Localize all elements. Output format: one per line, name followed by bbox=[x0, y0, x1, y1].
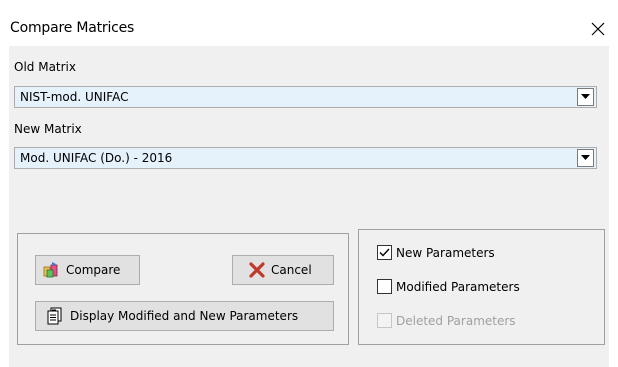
deleted-parameters-checkbox bbox=[377, 313, 392, 328]
modified-parameters-checkbox[interactable] bbox=[377, 279, 392, 294]
new-matrix-label: New Matrix bbox=[14, 122, 82, 136]
modified-parameters-label: Modified Parameters bbox=[396, 279, 520, 294]
compare-button[interactable]: Compare bbox=[35, 255, 140, 285]
old-matrix-value: NIST-mod. UNIFAC bbox=[20, 90, 129, 104]
new-parameters-label: New Parameters bbox=[396, 245, 495, 260]
cancel-button-label: Cancel bbox=[271, 263, 312, 277]
close-button[interactable] bbox=[584, 16, 612, 42]
title-bar: Compare Matrices bbox=[0, 0, 618, 46]
red-x-icon bbox=[249, 262, 265, 278]
new-matrix-dropdown-button[interactable] bbox=[577, 149, 594, 167]
deleted-parameters-label: Deleted Parameters bbox=[396, 313, 516, 328]
new-matrix-select[interactable]: Mod. UNIFAC (Do.) - 2016 bbox=[14, 147, 597, 169]
cancel-button[interactable]: Cancel bbox=[232, 255, 334, 285]
new-parameters-checkbox[interactable] bbox=[377, 245, 392, 260]
display-parameters-button[interactable]: Display Modified and New Parameters bbox=[35, 301, 334, 331]
new-parameters-option[interactable]: New Parameters bbox=[377, 245, 495, 260]
compare-icon bbox=[42, 261, 60, 279]
modified-parameters-option[interactable]: Modified Parameters bbox=[377, 279, 520, 294]
close-icon bbox=[591, 22, 605, 36]
old-matrix-select[interactable]: NIST-mod. UNIFAC bbox=[14, 86, 597, 108]
chevron-down-icon bbox=[581, 94, 590, 99]
window-title: Compare Matrices bbox=[10, 20, 135, 36]
deleted-parameters-option: Deleted Parameters bbox=[377, 313, 516, 328]
chevron-down-icon bbox=[581, 155, 590, 160]
checkmark-icon bbox=[379, 248, 390, 257]
new-matrix-value: Mod. UNIFAC (Do.) - 2016 bbox=[20, 151, 173, 165]
old-matrix-dropdown-button[interactable] bbox=[577, 88, 594, 106]
old-matrix-label: Old Matrix bbox=[14, 60, 76, 74]
compare-button-label: Compare bbox=[66, 263, 121, 277]
display-parameters-label: Display Modified and New Parameters bbox=[70, 309, 299, 323]
document-list-icon bbox=[46, 307, 64, 325]
